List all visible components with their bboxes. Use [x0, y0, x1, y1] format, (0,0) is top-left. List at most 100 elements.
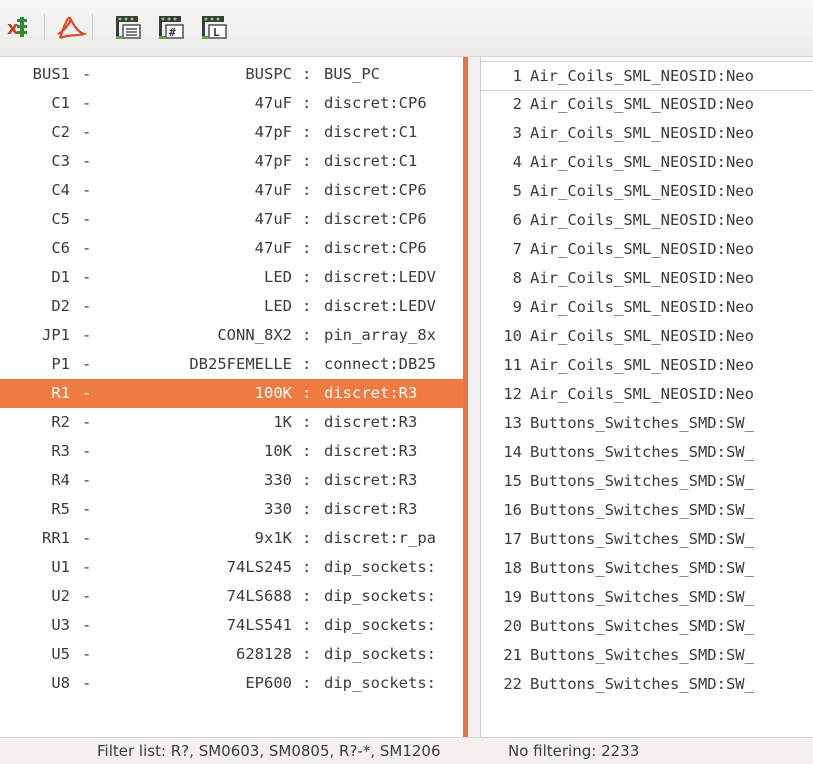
- component-ref: C1: [51, 94, 70, 112]
- component-separator: :: [302, 210, 312, 228]
- component-value: 74LS245: [226, 558, 292, 576]
- footprint-number: 21: [503, 646, 522, 664]
- footprint-row[interactable]: 14 Buttons_Switches_SMD:SW_: [481, 438, 813, 467]
- component-dash: -: [82, 442, 92, 460]
- footprint-name: Air_Coils_SML_NEOSID:Neo: [530, 385, 754, 403]
- component-footprint: discret:C1: [324, 152, 418, 170]
- footprint-list[interactable]: 1 Air_Coils_SML_NEOSID:Neo 2 Air_Coils_SML_…: [480, 57, 813, 737]
- component-dash: -: [82, 471, 92, 489]
- footprint-row[interactable]: 12 Air_Coils_SML_NEOSID:Neo: [481, 380, 813, 409]
- component-footprint: discret:CP6: [324, 239, 427, 257]
- component-row[interactable]: C2- 47pF: discret:C1: [0, 118, 463, 147]
- component-ref: D2: [51, 297, 70, 315]
- component-ref: RR1: [42, 529, 70, 547]
- component-footprint: discret:R3: [324, 471, 418, 489]
- footprint-row[interactable]: 20 Buttons_Switches_SMD:SW_: [481, 612, 813, 641]
- footprint-name: Buttons_Switches_SMD:SW_: [530, 559, 754, 577]
- footprint-row[interactable]: 2 Air_Coils_SML_NEOSID:Neo: [481, 90, 813, 119]
- component-footprint: dip_sockets:: [324, 616, 436, 634]
- component-ref: U2: [51, 587, 70, 605]
- component-row[interactable]: C4- 47uF: discret:CP6: [0, 176, 463, 205]
- footprint-number: 11: [503, 356, 522, 374]
- footprint-row[interactable]: 18 Buttons_Switches_SMD:SW_: [481, 554, 813, 583]
- component-value: 100K: [254, 384, 292, 402]
- component-footprint: dip_sockets:: [324, 645, 436, 663]
- component-row[interactable]: R4- 330: discret:R3: [0, 466, 463, 495]
- footprint-number: 1: [512, 67, 522, 85]
- component-ref: C6: [51, 239, 70, 257]
- component-separator: :: [302, 384, 312, 402]
- component-row[interactable]: P1- DB25FEMELLE: connect:DB25: [0, 350, 463, 379]
- component-row[interactable]: R5- 330: discret:R3: [0, 495, 463, 524]
- footprint-row[interactable]: 4 Air_Coils_SML_NEOSID:Neo: [481, 148, 813, 177]
- footprint-name: Buttons_Switches_SMD:SW_: [530, 443, 754, 461]
- component-row[interactable]: C3- 47pF: discret:C1: [0, 147, 463, 176]
- component-ref: R4: [51, 471, 70, 489]
- component-row[interactable]: U1- 74LS245: dip_sockets:: [0, 553, 463, 582]
- footprint-name: Air_Coils_SML_NEOSID:Neo: [530, 67, 754, 85]
- component-footprint: dip_sockets:: [324, 674, 436, 692]
- toolbar: x # L: [0, 0, 813, 57]
- component-row[interactable]: R1- 100K: discret:R3: [0, 379, 463, 408]
- footprint-row[interactable]: 19 Buttons_Switches_SMD:SW_: [481, 583, 813, 612]
- component-value: 74LS688: [226, 587, 292, 605]
- component-row[interactable]: U3- 74LS541: dip_sockets:: [0, 611, 463, 640]
- footprint-row[interactable]: 10 Air_Coils_SML_NEOSID:Neo: [481, 322, 813, 351]
- footprint-number: 17: [503, 530, 522, 548]
- component-ref: JP1: [42, 326, 70, 344]
- component-value: 330: [264, 471, 292, 489]
- component-row[interactable]: D1- LED: discret:LEDV: [0, 263, 463, 292]
- component-ref: U1: [51, 558, 70, 576]
- footprint-number: 9: [512, 298, 522, 316]
- footprint-filter-icon[interactable]: [112, 12, 144, 42]
- component-row[interactable]: C5- 47uF: discret:CP6: [0, 205, 463, 234]
- footprint-row[interactable]: 3 Air_Coils_SML_NEOSID:Neo: [481, 119, 813, 148]
- component-footprint: discret:C1: [324, 123, 418, 141]
- component-dash: -: [82, 674, 92, 692]
- component-separator: :: [302, 616, 312, 634]
- component-row[interactable]: RR1- 9x1K: discret:r_pa: [0, 524, 463, 553]
- delete-association-icon[interactable]: x: [6, 12, 40, 42]
- footprint-name: Air_Coils_SML_NEOSID:Neo: [530, 124, 754, 142]
- footprint-row[interactable]: 15 Buttons_Switches_SMD:SW_: [481, 467, 813, 496]
- component-row[interactable]: R2- 1K: discret:R3: [0, 408, 463, 437]
- footprint-row[interactable]: 21 Buttons_Switches_SMD:SW_: [481, 641, 813, 670]
- footprint-pin-filter-icon[interactable]: #: [155, 12, 187, 42]
- footprint-name: Air_Coils_SML_NEOSID:Neo: [530, 327, 754, 345]
- footprint-row[interactable]: 6 Air_Coils_SML_NEOSID:Neo: [481, 206, 813, 235]
- footprint-number: 10: [503, 327, 522, 345]
- component-value: 628128: [236, 645, 292, 663]
- pdf-document-icon[interactable]: [54, 12, 88, 42]
- footprint-row[interactable]: 22 Buttons_Switches_SMD:SW_: [481, 670, 813, 699]
- component-dash: -: [82, 123, 92, 141]
- footprint-number: 4: [512, 153, 522, 171]
- component-ref: R2: [51, 413, 70, 431]
- component-row[interactable]: JP1- CONN_8X2: pin_array_8x: [0, 321, 463, 350]
- footprint-row[interactable]: 9 Air_Coils_SML_NEOSID:Neo: [481, 293, 813, 322]
- component-row[interactable]: U5- 628128: dip_sockets:: [0, 640, 463, 669]
- component-row[interactable]: BUS1- BUSPC: BUS_PC: [0, 60, 463, 89]
- footprint-number: 20: [503, 617, 522, 635]
- component-value: DB25FEMELLE: [189, 355, 292, 373]
- footprint-row[interactable]: 13 Buttons_Switches_SMD:SW_: [481, 409, 813, 438]
- footprint-row[interactable]: 5 Air_Coils_SML_NEOSID:Neo: [481, 177, 813, 206]
- component-row[interactable]: C6- 47uF: discret:CP6: [0, 234, 463, 263]
- footprint-row[interactable]: 17 Buttons_Switches_SMD:SW_: [481, 525, 813, 554]
- footprint-library-filter-icon[interactable]: L: [198, 12, 230, 42]
- component-row[interactable]: R3- 10K: discret:R3: [0, 437, 463, 466]
- component-row[interactable]: D2- LED: discret:LEDV: [0, 292, 463, 321]
- component-row[interactable]: U2- 74LS688: dip_sockets:: [0, 582, 463, 611]
- component-row[interactable]: C1- 47uF: discret:CP6: [0, 89, 463, 118]
- footprint-row[interactable]: 8 Air_Coils_SML_NEOSID:Neo: [481, 264, 813, 293]
- footprint-row[interactable]: 11 Air_Coils_SML_NEOSID:Neo: [481, 351, 813, 380]
- component-dash: -: [82, 529, 92, 547]
- footprint-row[interactable]: 16 Buttons_Switches_SMD:SW_: [481, 496, 813, 525]
- footprint-row[interactable]: 1 Air_Coils_SML_NEOSID:Neo: [481, 61, 813, 91]
- component-list[interactable]: BUS1- BUSPC: BUS_PC C1-47uF: discret:CP6 C2-4…: [0, 57, 463, 737]
- footprint-row[interactable]: 7 Air_Coils_SML_NEOSID:Neo: [481, 235, 813, 264]
- component-ref: C4: [51, 181, 70, 199]
- component-separator: :: [302, 587, 312, 605]
- component-separator: :: [302, 181, 312, 199]
- component-row[interactable]: U8- EP600: dip_sockets:: [0, 669, 463, 698]
- footprint-number: 13: [503, 414, 522, 432]
